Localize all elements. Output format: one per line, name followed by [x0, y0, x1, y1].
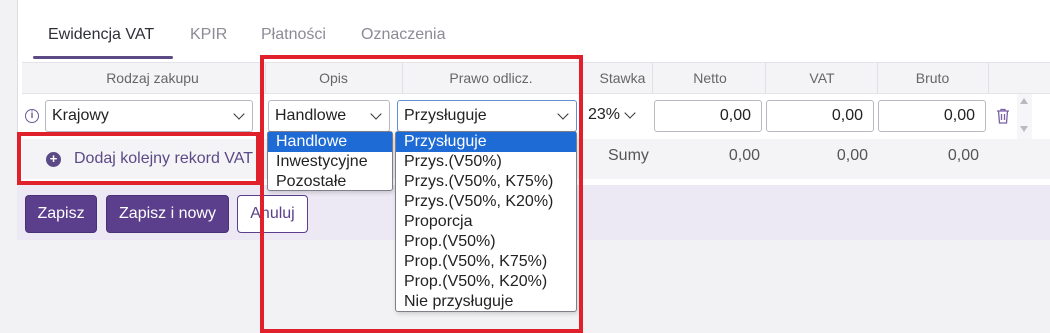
header-netto: Netto [693, 70, 727, 86]
rodzaj-zakupu-value: Krajowy [52, 107, 109, 124]
save-and-new-button[interactable]: Zapisz i nowy [106, 195, 229, 233]
sum-netto: 0,00 [728, 147, 760, 164]
column-divider [988, 62, 989, 94]
tab-ewidencja-vat[interactable]: Ewidencja VAT [48, 18, 154, 58]
scroll-down-arrow-icon[interactable] [1020, 126, 1028, 132]
active-tab-indicator [33, 56, 173, 59]
netto-input[interactable]: 0,00 [654, 100, 762, 132]
highlight-box-add-record [17, 132, 260, 185]
info-icon[interactable]: i [25, 109, 39, 123]
rodzaj-zakupu-select[interactable]: Krajowy [45, 100, 253, 132]
sum-vat: 0,00 [836, 147, 868, 164]
sum-brutto: 0,00 [947, 147, 979, 164]
scroll-up-arrow-icon[interactable] [1020, 98, 1028, 104]
sums-label: Sumy [608, 147, 649, 164]
vat-input[interactable]: 0,00 [766, 100, 874, 132]
brutto-input[interactable]: 0,00 [878, 100, 986, 132]
save-button[interactable]: Zapisz [25, 195, 97, 233]
highlight-box-opis-prawo [260, 55, 583, 333]
chevron-down-icon [624, 107, 636, 119]
header-vat: VAT [809, 70, 835, 86]
chevron-down-icon [233, 108, 245, 120]
tab-kpir[interactable]: KPIR [190, 18, 227, 58]
header-stawka: Stawka [599, 70, 646, 86]
tab-oznaczenia[interactable]: Oznaczenia [361, 18, 446, 58]
column-divider [765, 62, 766, 94]
tab-platnosci[interactable]: Płatności [261, 18, 326, 58]
stawka-select[interactable]: 23% [582, 100, 650, 132]
header-brutto: Bruto [915, 70, 950, 86]
trash-icon[interactable] [996, 108, 1010, 124]
stawka-value: 23% [588, 106, 621, 123]
header-rodzaj-zakupu: Rodzaj zakupu [106, 70, 199, 86]
